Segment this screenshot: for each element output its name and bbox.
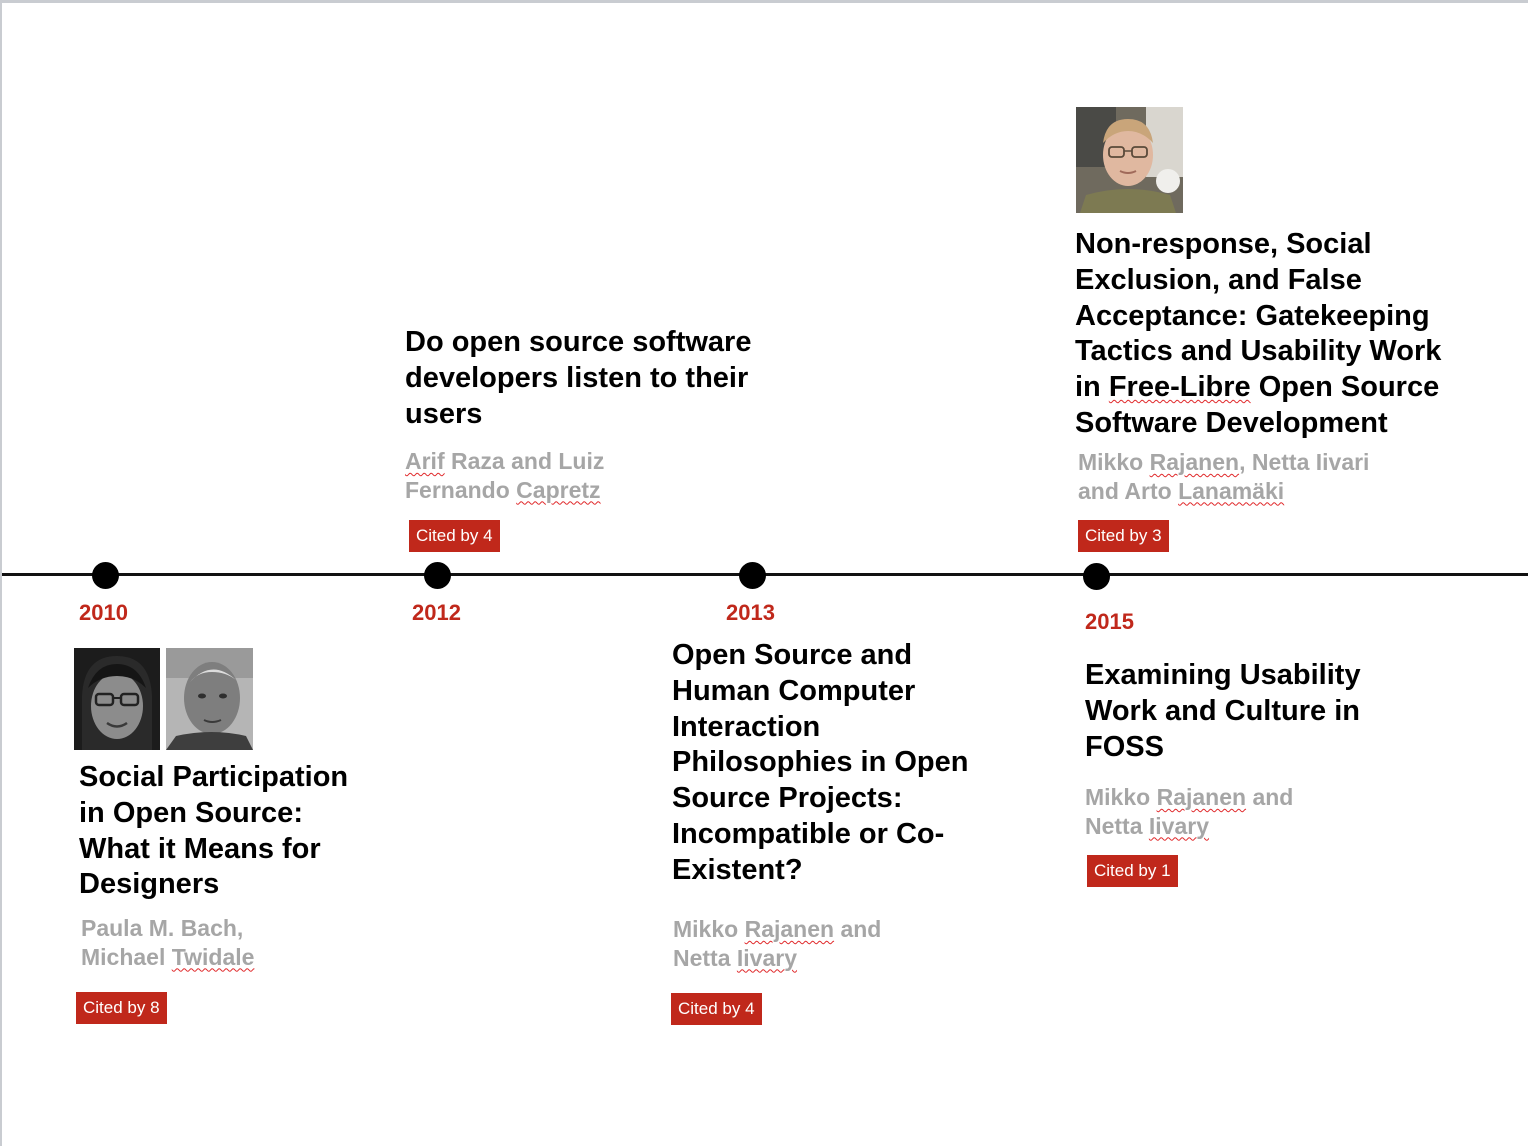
title-line: Social Participation: [79, 761, 349, 793]
cited-by-badge-2010[interactable]: Cited by 8: [76, 992, 167, 1024]
author-line: Paula M. Bach,: [81, 915, 244, 941]
spellcheck-marked-word: Rajanen: [744, 916, 835, 942]
timeline-marker-2013: [739, 562, 766, 589]
window-top-border: [0, 0, 1528, 3]
timeline-marker-2012: [424, 562, 451, 589]
cited-by-badge-2013[interactable]: Cited by 4: [671, 993, 762, 1025]
year-label-2010: 2010: [79, 600, 128, 625]
paper-authors-2013: Mikko Rajanen and Netta Iivary: [673, 915, 881, 972]
author-photo-paula-bach: [74, 648, 160, 750]
title-line: FOSS: [1085, 730, 1164, 763]
spellcheck-marked-word: Capretz: [516, 476, 601, 503]
title-line: Human Computer: [672, 674, 916, 707]
title-line: Open Source and: [672, 639, 913, 671]
paper-authors-2010: Paula M. Bach, Michael Twidale: [81, 914, 254, 971]
paper-title-non-response-social-exclusion: Non-response, Social Exclusion, and Fals…: [1075, 227, 1441, 442]
spellcheck-marked-word: Rajanen: [1156, 784, 1247, 810]
author-photo-mikko-rajanen: [1076, 107, 1183, 213]
cited-by-badge-2015-examining[interactable]: Cited by 1: [1087, 855, 1178, 887]
title-line: What it Means for: [79, 832, 321, 865]
title-line: Acceptance: Gatekeeping: [1075, 299, 1430, 332]
title-line: in Free-Libre Open Source: [1075, 371, 1440, 404]
title-line: Source Projects:: [672, 782, 903, 815]
title-line: Incompatible or Co-: [672, 817, 945, 850]
title-line: Work and Culture in: [1085, 694, 1360, 727]
title-line: Designers: [79, 868, 220, 901]
year-label-2015: 2015: [1085, 609, 1134, 634]
title-line: users: [405, 397, 483, 430]
cited-by-badge-2015-non-response[interactable]: Cited by 3: [1078, 520, 1169, 552]
spellcheck-marked-word: Arif: [405, 448, 445, 474]
author-line: and Arto Lanamäki: [1078, 477, 1285, 504]
paper-title-open-source-and-hci-philosophies: Open Source and Human Computer Interacti…: [672, 638, 968, 889]
year-label-2013: 2013: [726, 600, 775, 625]
author-line: Netta Iivary: [673, 944, 798, 971]
title-line: Non-response, Social: [1075, 228, 1372, 260]
paper-title-social-participation: Social Participation in Open Source: Wha…: [79, 760, 348, 903]
title-line: Examining Usability: [1085, 659, 1361, 691]
spellcheck-marked-word: Lanamäki: [1178, 477, 1285, 504]
spellcheck-marked-word: Twidale: [171, 943, 255, 970]
author-line: Mikko Rajanen, Netta Iivari: [1078, 449, 1370, 475]
paper-title-do-open-source-developers-listen: Do open source software developers liste…: [405, 325, 751, 432]
title-line: Interaction: [672, 710, 821, 743]
paper-authors-2015-non-response: Mikko Rajanen, Netta Iivari and Arto Lan…: [1078, 448, 1369, 505]
spellcheck-marked-word: Iivary: [1148, 812, 1210, 839]
author-photo-michael-twidale: [166, 648, 253, 750]
author-line: Netta Iivary: [1085, 812, 1210, 839]
author-line: Fernando Capretz: [405, 476, 601, 503]
title-line: in Open Source:: [79, 796, 303, 829]
spellcheck-marked-word: Iivary: [736, 944, 798, 971]
author-line: Mikko Rajanen and: [1085, 784, 1294, 810]
author-line: Arif Raza and Luiz: [405, 448, 605, 474]
spellcheck-marked-word: Rajanen: [1149, 449, 1240, 475]
title-line: Existent?: [672, 853, 803, 886]
paper-authors-2015-examining: Mikko Rajanen and Netta Iivary: [1085, 783, 1293, 840]
spellcheck-marked-word: Free-Libre: [1108, 371, 1251, 404]
author-line: Michael Twidale: [81, 943, 255, 970]
title-line: Exclusion, and False: [1075, 263, 1362, 296]
timeline-marker-2015: [1083, 563, 1110, 590]
title-line: Philosophies in Open: [672, 746, 969, 779]
author-line: Mikko Rajanen and: [673, 916, 882, 942]
title-line: developers listen to their: [405, 361, 749, 394]
paper-authors-2012: Arif Raza and Luiz Fernando Capretz: [405, 447, 604, 504]
cited-by-badge-2012[interactable]: Cited by 4: [409, 520, 500, 552]
title-line: Tactics and Usability Work: [1075, 335, 1442, 368]
year-label-2012: 2012: [412, 600, 461, 625]
title-line: Software Development: [1075, 406, 1388, 439]
title-line: Do open source software: [405, 326, 752, 358]
paper-title-examining-usability-work: Examining Usability Work and Culture in …: [1085, 658, 1361, 765]
timeline-marker-2010: [92, 562, 119, 589]
